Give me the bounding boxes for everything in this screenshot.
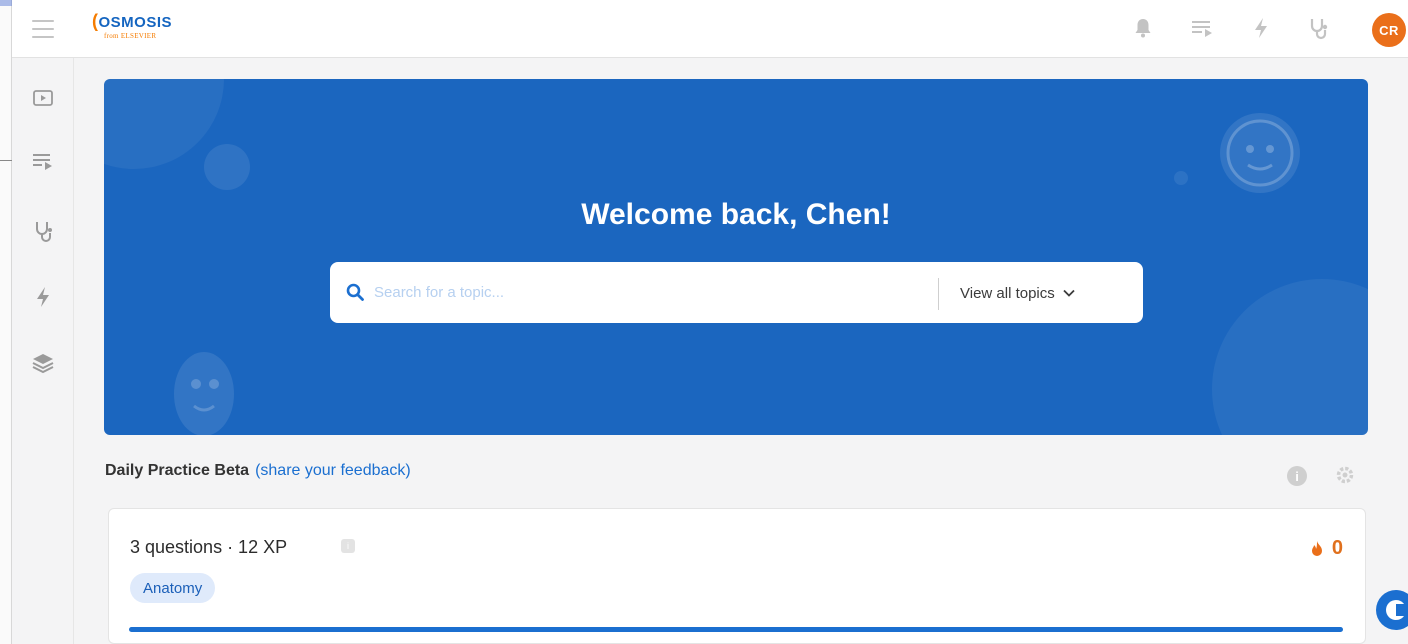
progress-bar bbox=[129, 627, 1343, 632]
edge-divider bbox=[0, 160, 12, 161]
top-header: (OSMOSIS from ELSEVIER CR bbox=[12, 0, 1408, 58]
share-feedback-link[interactable]: (share your feedback) bbox=[255, 462, 411, 479]
search-input[interactable] bbox=[374, 276, 914, 308]
topic-tag[interactable]: Anatomy bbox=[130, 573, 216, 603]
bell-icon[interactable] bbox=[1129, 14, 1157, 42]
playlist-icon[interactable] bbox=[1188, 14, 1216, 42]
chevron-down-icon bbox=[1063, 289, 1075, 297]
topic-search-bar: View all topics bbox=[330, 262, 1143, 323]
info-icon[interactable]: i bbox=[1287, 466, 1307, 486]
window-edge bbox=[0, 0, 12, 644]
practice-summary: 3 questions · 12 XP bbox=[130, 537, 288, 557]
playlist-icon[interactable] bbox=[30, 148, 56, 174]
chat-widget-button[interactable] bbox=[1376, 590, 1408, 630]
view-all-topics-dropdown[interactable]: View all topics bbox=[960, 280, 1075, 306]
banner-decoration bbox=[204, 144, 250, 190]
search-divider bbox=[938, 278, 939, 310]
mascot-illustration bbox=[174, 352, 234, 435]
logo-subtitle: from ELSEVIER bbox=[104, 32, 157, 40]
avatar[interactable]: CR bbox=[1372, 13, 1406, 47]
welcome-title: Welcome back, Chen! bbox=[581, 198, 891, 231]
menu-icon[interactable] bbox=[32, 20, 54, 38]
logo-brand: (OSMOSIS bbox=[92, 11, 173, 31]
stethoscope-icon[interactable] bbox=[30, 218, 56, 244]
xp-info-icon[interactable]: i bbox=[341, 539, 355, 553]
daily-practice-title: Daily Practice Beta bbox=[105, 462, 250, 479]
streak-counter: 0 bbox=[1310, 537, 1343, 560]
edge-marker bbox=[0, 0, 12, 6]
view-all-topics-label: View all topics bbox=[960, 284, 1055, 302]
layers-icon[interactable] bbox=[30, 350, 56, 376]
streak-count: 0 bbox=[1331, 537, 1343, 559]
daily-practice-header: Daily Practice Beta (share your feedback) bbox=[105, 462, 411, 480]
daily-practice-card[interactable]: 3 questions · 12 XP i Anatomy 0 bbox=[108, 508, 1366, 644]
welcome-banner: Welcome back, Chen! View all topics bbox=[104, 79, 1368, 435]
banner-decoration bbox=[1174, 171, 1188, 185]
mascot-illustration bbox=[1220, 113, 1300, 193]
flame-icon bbox=[1311, 540, 1322, 556]
left-sidebar bbox=[12, 58, 74, 644]
flash-icon[interactable] bbox=[30, 284, 56, 310]
gear-icon[interactable] bbox=[1334, 464, 1356, 486]
video-icon[interactable] bbox=[30, 85, 56, 111]
flash-icon[interactable] bbox=[1247, 14, 1275, 42]
search-icon[interactable] bbox=[346, 283, 364, 301]
banner-decoration bbox=[1212, 279, 1368, 435]
osmosis-logo[interactable]: (OSMOSIS from ELSEVIER bbox=[92, 12, 202, 48]
stethoscope-icon[interactable] bbox=[1304, 14, 1332, 42]
